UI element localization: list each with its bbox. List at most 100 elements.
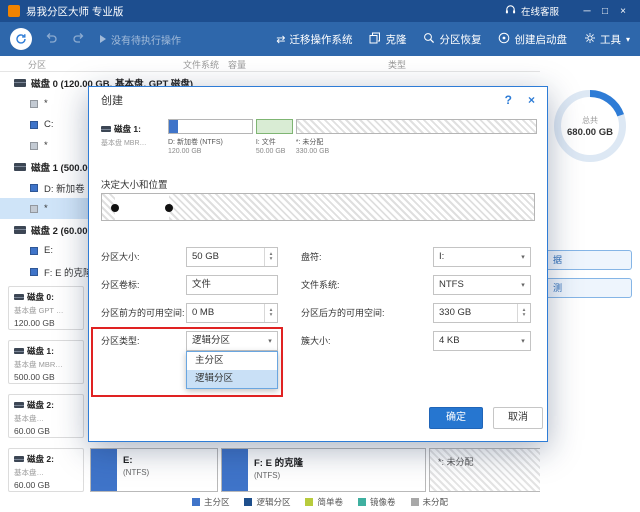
disk-icon (101, 126, 111, 132)
tools-menu-button[interactable]: 工具 ▾ (584, 32, 630, 47)
section-title: 决定大小和位置 (101, 177, 168, 191)
spinner[interactable]: ▴▾ (264, 248, 277, 266)
disk-card-0[interactable]: 磁盘 0: 基本盘 GPT … 120.00 GB (8, 286, 84, 330)
slider-handle-right[interactable] (165, 204, 173, 212)
slider-selected-range (115, 194, 169, 220)
redo-button[interactable] (72, 31, 88, 47)
dialog-segment-d[interactable]: D: 新加卷 (NTFS) 120.00 GB (168, 119, 253, 169)
headset-icon (505, 4, 516, 18)
dialog-close-icon[interactable]: × (528, 93, 535, 107)
partition-icon (30, 100, 38, 108)
partition-type-label: 分区类型: (101, 331, 140, 351)
cluster-size-dropdown[interactable]: 4 KB ▾ (433, 331, 531, 351)
clone-icon (369, 32, 381, 47)
app-title: 易我分区大师 专业版 (26, 4, 123, 19)
disk-icon (14, 456, 24, 462)
right-action-chip-1[interactable]: 据 (544, 250, 632, 270)
dialog-disk-visualization: 磁盘 1: 基本盘 MBR… D: 新加卷 (NTFS) 120.00 GB I… (101, 119, 537, 169)
partition-segment-f[interactable]: F: E 的克隆 (NTFS) (221, 448, 426, 492)
legend-swatch (305, 498, 313, 506)
online-support-button[interactable]: 在线客服 (521, 4, 559, 18)
col-type: 类型 (388, 58, 406, 71)
filesystem-dropdown[interactable]: NTFS ▾ (433, 275, 531, 295)
ok-button[interactable]: 确定 (429, 407, 483, 429)
partition-icon (30, 268, 38, 276)
minimize-button[interactable]: ─ (578, 6, 596, 17)
title-bar: 易我分区大师 专业版 在线客服 ─ □ × (0, 0, 640, 22)
redo-icon (72, 31, 86, 45)
spinner-down-icon: ▾ (270, 257, 273, 262)
migrate-os-button[interactable]: ⇄ 迁移操作系统 (276, 32, 352, 47)
dialog-header: 创建 ? × (89, 87, 547, 113)
slider-handle-left[interactable] (111, 204, 119, 212)
tools-gear-icon (584, 32, 596, 47)
clone-button[interactable]: 克隆 (369, 32, 406, 47)
space-before-field[interactable]: 0 MB ▴▾ (186, 303, 278, 323)
partition-type-dropdown[interactable]: 逻辑分区 ▾ (186, 331, 278, 351)
legend-item: 未分配 (411, 496, 449, 508)
spinner[interactable]: ▴▾ (264, 304, 277, 322)
maximize-button[interactable]: □ (596, 6, 614, 17)
size-position-slider[interactable] (101, 193, 535, 221)
volume-label-input[interactable]: 文件 (186, 275, 278, 295)
disk-icon (14, 226, 26, 234)
space-before-label: 分区前方的可用空间: (101, 303, 185, 323)
dialog-segment-new[interactable]: I: 文件 50.00 GB (256, 119, 293, 169)
col-capacity: 容量 (228, 58, 246, 71)
donut-arc (554, 90, 626, 162)
close-button[interactable]: × (614, 6, 632, 17)
used-space-band (222, 449, 248, 491)
partition-recovery-button[interactable]: 分区恢复 (423, 32, 481, 47)
app-logo-icon (8, 5, 20, 17)
partition-icon (30, 205, 38, 213)
legend-item: 主分区 (192, 496, 230, 508)
partition-icon (30, 142, 38, 150)
disk-icon (14, 163, 26, 171)
col-filesystem: 文件系统 (183, 58, 219, 71)
partition-type-options: 主分区 逻辑分区 (186, 351, 278, 389)
spinner[interactable]: ▴▾ (517, 304, 530, 322)
legend-swatch (244, 498, 252, 506)
right-summary-panel: 总共 680.00 GB 据 测 (540, 56, 640, 512)
option-logical-partition[interactable]: 逻辑分区 (187, 370, 277, 388)
drive-letter-label: 盘符: (301, 247, 322, 267)
disk-card-1[interactable]: 磁盘 1: 基本盘 MBR… 500.00 GB (8, 340, 84, 384)
dialog-title: 创建 (101, 92, 123, 108)
partition-recovery-icon (423, 32, 435, 47)
boot-disk-icon (498, 32, 510, 47)
partition-icon (30, 184, 38, 192)
drive-letter-dropdown[interactable]: I: ▾ (433, 247, 531, 267)
legend-swatch (411, 498, 419, 506)
space-after-field[interactable]: 330 GB ▴▾ (433, 303, 531, 323)
dialog-segment-unallocated[interactable]: *: 未分配 330.00 GB (296, 119, 537, 169)
filesystem-label: 文件系统: (301, 275, 340, 295)
disk-card-2[interactable]: 磁盘 2: 基本盘… 60.00 GB (8, 394, 84, 438)
execute-icon (100, 35, 106, 43)
chevron-down-icon: ▾ (516, 276, 530, 294)
chevron-down-icon: ▾ (516, 332, 530, 350)
pending-operations: 没有待执行操作 (100, 32, 181, 47)
refresh-button[interactable] (10, 28, 32, 50)
create-boot-disk-button[interactable]: 创建启动盘 (498, 32, 567, 47)
undo-button[interactable] (44, 31, 60, 47)
spinner-down-icon: ▾ (523, 313, 526, 318)
refresh-icon (15, 33, 27, 45)
legend-item: 镜像卷 (358, 496, 396, 508)
legend-item: 逻辑分区 (244, 496, 290, 508)
option-primary-partition[interactable]: 主分区 (187, 352, 277, 370)
disk-icon (14, 294, 24, 300)
right-action-chip-2[interactable]: 测 (544, 278, 632, 298)
create-dialog: 创建 ? × 磁盘 1: 基本盘 MBR… D: 新加卷 (NTFS) 120.… (88, 86, 548, 442)
chevron-down-icon: ▾ (626, 35, 630, 44)
partition-segment-e[interactable]: E: (NTFS) (90, 448, 218, 492)
partition-size-field[interactable]: 50 GB ▴▾ (186, 247, 278, 267)
partition-icon (30, 121, 38, 129)
disk-icon (14, 79, 26, 87)
cancel-button[interactable]: 取消 (493, 407, 543, 429)
disk-card-3[interactable]: 磁盘 2: 基本盘… 60.00 GB (8, 448, 84, 492)
used-space-band (91, 449, 117, 491)
chevron-down-icon: ▾ (516, 248, 530, 266)
legend-item: 简单卷 (305, 496, 343, 508)
help-icon[interactable]: ? (505, 93, 512, 107)
dialog-disk-label: 磁盘 1: 基本盘 MBR… (101, 119, 163, 169)
